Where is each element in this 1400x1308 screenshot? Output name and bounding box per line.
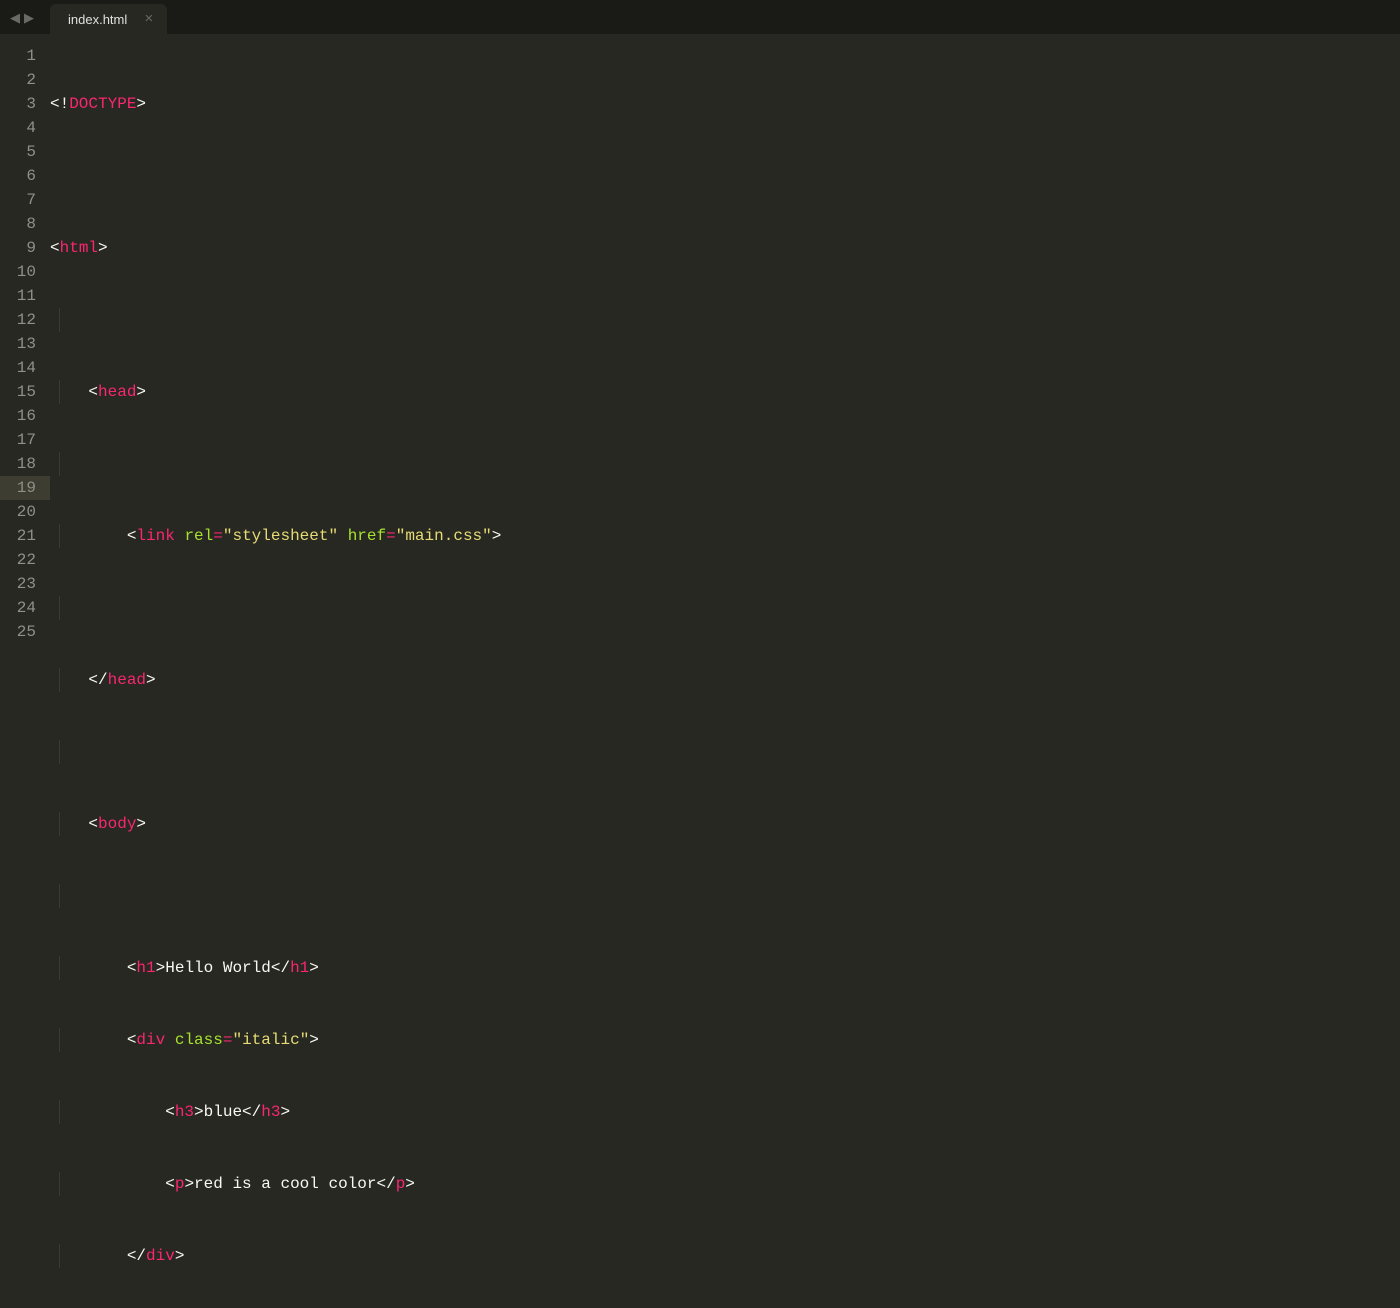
code-token: >	[194, 1103, 204, 1121]
line-number: 4	[0, 116, 36, 140]
line-number: 7	[0, 188, 36, 212]
line-number: 14	[0, 356, 36, 380]
tab-title: index.html	[68, 12, 127, 27]
line-number: 6	[0, 164, 36, 188]
code-token: head	[108, 671, 146, 689]
code-token: </	[376, 1175, 395, 1193]
code-token: >	[146, 671, 156, 689]
line-number: 5	[0, 140, 36, 164]
code-token: >	[405, 1175, 415, 1193]
code-token: <	[165, 1175, 175, 1193]
line-number: 24	[0, 596, 36, 620]
code-token: <	[127, 527, 137, 545]
line-number: 12	[0, 308, 36, 332]
code-token: blue	[204, 1103, 242, 1121]
line-number: 13	[0, 332, 36, 356]
code-token: DOCTYPE	[69, 95, 136, 113]
code-token: =	[386, 527, 396, 545]
code-token: h3	[261, 1103, 280, 1121]
code-token: </	[127, 1247, 146, 1265]
code-token: >	[136, 95, 146, 113]
tab-active[interactable]: index.html ×	[50, 4, 167, 34]
code-token: <	[127, 1031, 137, 1049]
code-token: <	[88, 815, 98, 833]
code-token: </	[271, 959, 290, 977]
line-number: 18	[0, 452, 36, 476]
line-number: 20	[0, 500, 36, 524]
code-token: "	[396, 527, 406, 545]
code-token: >	[175, 1247, 185, 1265]
line-number: 22	[0, 548, 36, 572]
code-token: >	[492, 527, 502, 545]
line-number: 1	[0, 44, 36, 68]
line-number: 11	[0, 284, 36, 308]
code-token: stylesheet	[232, 527, 328, 545]
code-token: main.css	[405, 527, 482, 545]
line-number: 25	[0, 620, 36, 644]
code-token: <	[127, 959, 137, 977]
nav-back-icon[interactable]: ◀	[8, 11, 22, 26]
code-token: "	[232, 1031, 242, 1049]
nav-forward-icon[interactable]: ▶	[22, 11, 36, 26]
code-token: <!	[50, 95, 69, 113]
line-number: 2	[0, 68, 36, 92]
code-token: >	[98, 239, 108, 257]
code-token: >	[184, 1175, 194, 1193]
code-token: head	[98, 383, 136, 401]
code-token: >	[136, 815, 146, 833]
code-token: p	[396, 1175, 406, 1193]
line-number: 17	[0, 428, 36, 452]
code-token: >	[280, 1103, 290, 1121]
titlebar: ◀ ▶ index.html ×	[0, 0, 1400, 34]
line-number: 19	[0, 476, 50, 500]
code-token: </	[88, 671, 107, 689]
close-icon[interactable]: ×	[144, 11, 153, 26]
code-token: red is a cool color	[194, 1175, 376, 1193]
code-token: =	[213, 527, 223, 545]
code-token: p	[175, 1175, 185, 1193]
line-number: 23	[0, 572, 36, 596]
code-token: div	[146, 1247, 175, 1265]
code-area[interactable]: <!DOCTYPE> <html> <head> <link rel="styl…	[50, 44, 1400, 654]
line-number: 21	[0, 524, 36, 548]
editor[interactable]: 1234567891011121314151617181920212223242…	[0, 34, 1400, 654]
code-token: </	[242, 1103, 261, 1121]
code-token: html	[60, 239, 98, 257]
line-number: 15	[0, 380, 36, 404]
code-token: "	[482, 527, 492, 545]
code-token: div	[136, 1031, 165, 1049]
code-token: class	[175, 1031, 223, 1049]
line-number: 16	[0, 404, 36, 428]
code-token: body	[98, 815, 136, 833]
code-token: <	[165, 1103, 175, 1121]
code-token: >	[309, 1031, 319, 1049]
code-token: h1	[136, 959, 155, 977]
nav-arrows: ◀ ▶	[8, 11, 44, 34]
code-token: href	[348, 527, 386, 545]
line-number: 3	[0, 92, 36, 116]
code-token: >	[136, 383, 146, 401]
code-token: >	[156, 959, 166, 977]
line-number: 10	[0, 260, 36, 284]
line-number: 8	[0, 212, 36, 236]
line-number: 9	[0, 236, 36, 260]
gutter: 1234567891011121314151617181920212223242…	[0, 44, 50, 654]
code-token: "	[328, 527, 338, 545]
code-token: h1	[290, 959, 309, 977]
code-token: h3	[175, 1103, 194, 1121]
code-token: rel	[184, 527, 213, 545]
code-token: link	[136, 527, 174, 545]
code-token: "	[300, 1031, 310, 1049]
code-token: <	[50, 239, 60, 257]
code-token: >	[309, 959, 319, 977]
code-token: =	[223, 1031, 233, 1049]
code-token: <	[88, 383, 98, 401]
code-token: italic	[242, 1031, 300, 1049]
code-token: Hello World	[165, 959, 271, 977]
